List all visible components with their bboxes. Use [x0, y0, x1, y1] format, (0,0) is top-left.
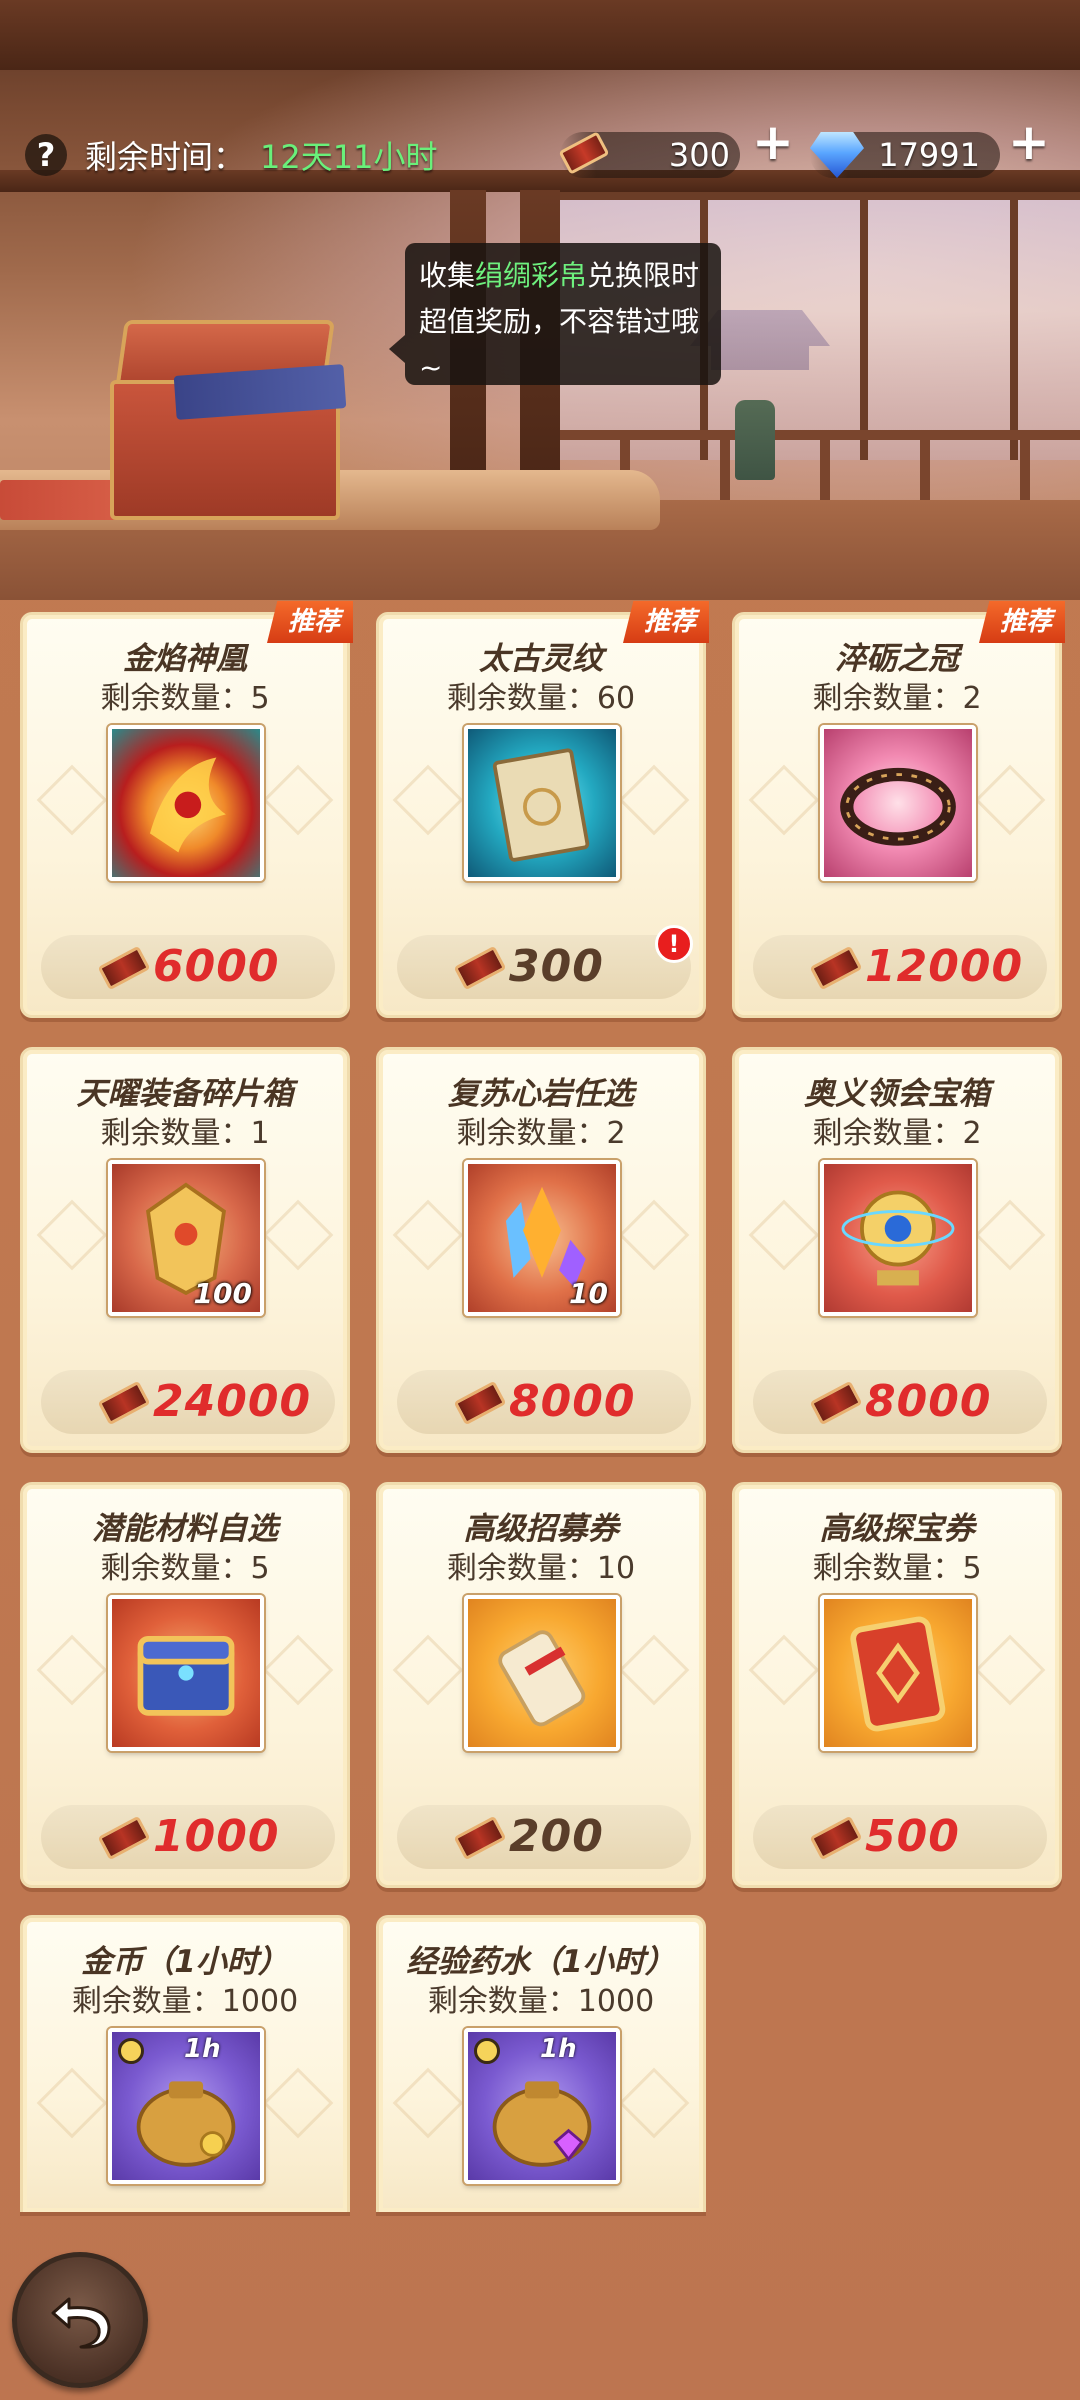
silk-bolt-icon — [97, 1380, 151, 1426]
golden-armor-icon: 100 — [108, 1160, 264, 1316]
price-value: 12000 — [865, 941, 1024, 992]
card-title: 复苏心岩任选 — [448, 1076, 634, 1112]
recommended-tag: 推荐 — [623, 601, 709, 643]
exp-potion-bag-icon: 1h — [464, 2028, 620, 2184]
price-value: 8000 — [509, 1376, 636, 1427]
card-title: 高级探宝券 — [819, 1511, 975, 1547]
shop-card[interactable]: 金币（1小时） 剩余数量：1000 1h — [20, 1915, 350, 2212]
card-stock: 剩余数量：2 — [812, 681, 982, 716]
golden-orb-icon — [820, 1160, 976, 1316]
card-title: 天曜装备碎片箱 — [76, 1076, 294, 1112]
shop-card[interactable]: 金焰神凰 剩余数量：5 6000 推荐 — [20, 601, 353, 1018]
item-count: 10 — [569, 1277, 608, 1310]
duration-badge: 1h — [184, 2034, 221, 2064]
back-arrow-icon — [51, 2297, 111, 2349]
card-title: 奥义领会宝箱 — [804, 1076, 990, 1112]
golden-phoenix-icon — [108, 725, 264, 881]
card-title: 潜能材料自选 — [92, 1511, 278, 1547]
duration-badge: 1h — [540, 2034, 577, 2064]
silk-bolt-icon — [809, 1815, 863, 1861]
silk-bolt-icon — [809, 1380, 863, 1426]
shop-card[interactable]: 太古灵纹 剩余数量：60 300 推荐 ! — [376, 601, 709, 1018]
shop-card[interactable]: 淬砺之冠 剩余数量：2 12000 推荐 — [732, 601, 1065, 1018]
price-value: 300 — [509, 941, 604, 992]
silk-bolt-icon — [97, 1815, 151, 1861]
price-button[interactable]: 500 — [753, 1805, 1047, 1869]
price-button[interactable]: 200 — [397, 1805, 691, 1869]
exchange-grid: 金焰神凰 剩余数量：5 6000 推荐 太古灵纹 剩余数量：60 300 推荐 … — [0, 0, 1080, 2400]
price-button[interactable]: 6000 — [41, 935, 335, 999]
gold-coin-bag-icon: 1h — [108, 2028, 264, 2184]
silk-bolt-icon — [453, 1815, 507, 1861]
shop-card[interactable]: 奥义领会宝箱 剩余数量：2 8000 — [732, 1047, 1062, 1453]
card-stock: 剩余数量：1000 — [71, 1984, 299, 2019]
price-value: 500 — [865, 1811, 960, 1862]
treasure-chest-icon — [108, 1595, 264, 1751]
clock-icon — [474, 2038, 500, 2064]
card-stock: 剩余数量：2 — [812, 1116, 982, 1151]
price-value: 6000 — [153, 941, 280, 992]
silk-bolt-icon — [809, 945, 863, 991]
price-value: 1000 — [153, 1811, 280, 1862]
shop-card[interactable]: 潜能材料自选 剩余数量：5 1000 — [20, 1482, 350, 1888]
shop-card[interactable]: 复苏心岩任选 剩余数量：2 10 8000 — [376, 1047, 706, 1453]
scroll-icon — [464, 1595, 620, 1751]
card-stock: 剩余数量：1 — [100, 1116, 270, 1151]
silk-bolt-icon — [453, 945, 507, 991]
recommended-tag: 推荐 — [267, 601, 353, 643]
price-value: 8000 — [865, 1376, 992, 1427]
back-button[interactable] — [12, 2252, 148, 2388]
clock-icon — [118, 2038, 144, 2064]
ancient-tome-icon — [464, 725, 620, 881]
price-button[interactable]: 1000 — [41, 1805, 335, 1869]
price-value: 200 — [509, 1811, 604, 1862]
shop-card[interactable]: 高级探宝券 剩余数量：5 500 — [732, 1482, 1062, 1888]
silk-bolt-icon — [453, 1380, 507, 1426]
thorn-crown-icon — [820, 725, 976, 881]
price-button[interactable]: 8000 — [753, 1370, 1047, 1434]
price-button[interactable]: 8000 — [397, 1370, 691, 1434]
card-title: 金币（1小时） — [81, 1944, 289, 1980]
price-button[interactable]: 300 — [397, 935, 691, 999]
recommended-tag: 推荐 — [979, 601, 1065, 643]
card-stock: 剩余数量：5 — [100, 681, 270, 716]
card-stock: 剩余数量：2 — [456, 1116, 626, 1151]
red-card-icon — [820, 1595, 976, 1751]
price-button[interactable]: 12000 — [753, 935, 1047, 999]
shop-card[interactable]: 天曜装备碎片箱 剩余数量：1 100 24000 — [20, 1047, 350, 1453]
item-count: 100 — [193, 1277, 252, 1310]
alert-badge: ! — [655, 925, 693, 963]
card-stock: 剩余数量：10 — [446, 1551, 636, 1586]
price-value: 24000 — [153, 1376, 312, 1427]
price-button[interactable]: 24000 — [41, 1370, 335, 1434]
card-stock: 剩余数量：5 — [812, 1551, 982, 1586]
silk-bolt-icon — [97, 945, 151, 991]
card-stock: 剩余数量：60 — [446, 681, 636, 716]
card-stock: 剩余数量：5 — [100, 1551, 270, 1586]
crystal-shards-icon: 10 — [464, 1160, 620, 1316]
card-stock: 剩余数量：1000 — [427, 1984, 655, 2019]
shop-card[interactable]: 高级招募券 剩余数量：10 200 — [376, 1482, 706, 1888]
card-title: 经验药水（1小时） — [406, 1944, 676, 1980]
card-title: 高级招募券 — [463, 1511, 619, 1547]
shop-card[interactable]: 经验药水（1小时） 剩余数量：1000 1h — [376, 1915, 706, 2212]
